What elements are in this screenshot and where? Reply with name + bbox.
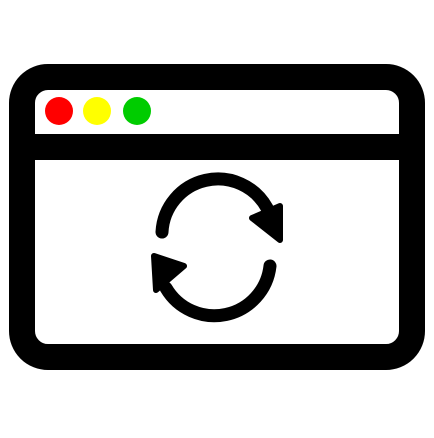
close-dot xyxy=(45,97,73,125)
browser-window-refresh-svg xyxy=(9,64,425,370)
maximize-dot xyxy=(123,97,151,125)
browser-window-refresh-icon xyxy=(0,0,434,434)
minimize-dot xyxy=(83,97,111,125)
